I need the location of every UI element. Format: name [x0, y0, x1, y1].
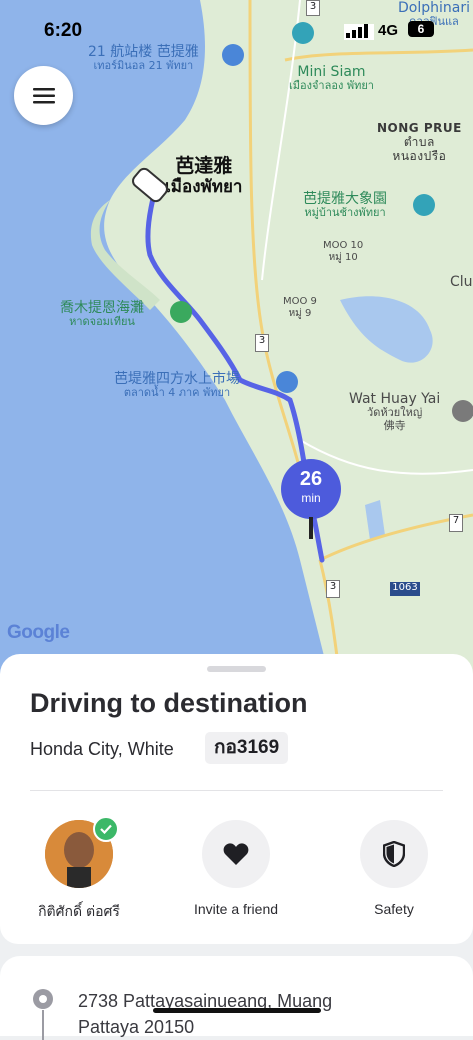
clu-label: Clu: [450, 274, 473, 290]
hamburger-icon: [32, 87, 55, 103]
driver-profile-button[interactable]: กิติศักดิ์ ต่อศรี: [9, 816, 149, 923]
divider: [30, 790, 443, 791]
driver-name: กิติศักดิ์ ต่อศรี: [38, 903, 120, 919]
trip-status-title: Driving to destination: [30, 688, 308, 718]
wat-huay-yai-label: Wat Huay Yai วัดห้วยใหญ่ 佛寺: [349, 391, 441, 432]
eta-unit: min: [301, 491, 321, 505]
road-shield: 3: [326, 580, 340, 598]
location-pin-icon: [33, 989, 53, 1009]
verified-badge-icon: [93, 816, 119, 842]
license-plate: กอ3169: [205, 732, 289, 764]
safety-label: Safety: [374, 901, 414, 917]
eta-value: 26: [299, 468, 323, 490]
temple-marker-icon[interactable]: [452, 400, 473, 422]
pattaya-city-label: 芭達雅 เมืองพัทยา: [165, 155, 243, 197]
battery-icon: 6: [408, 21, 434, 37]
shield-icon: [383, 841, 405, 867]
road-shield: 7: [449, 514, 463, 532]
destination-card[interactable]: 2738 Pattayasainueang, Muang Pattaya 201…: [0, 956, 473, 1040]
road-shield: 3: [255, 334, 269, 352]
car-description: Honda City, White: [30, 739, 174, 759]
camera-marker-icon[interactable]: [413, 194, 435, 216]
minisiam-label: Mini Siam เมืองจำลอง พัทยา: [289, 64, 374, 93]
elephant-village-label: 芭提雅大象園 หมู่บ้านช้างพัทยา: [303, 191, 387, 220]
status-time: 6:20: [44, 20, 83, 41]
invite-circle[interactable]: [202, 820, 270, 888]
network-type: 4G: [378, 22, 399, 39]
trip-sheet[interactable]: Driving to destination Honda City, White…: [0, 654, 473, 944]
destination-marker: [309, 517, 313, 539]
destination-address-line2: Pattaya 20150: [78, 1017, 195, 1037]
nongprue-label: NONG PRUE ตำบล หนองปรือ: [377, 121, 462, 163]
heart-icon: [223, 843, 249, 865]
signal-icon: [346, 24, 368, 38]
route-line: [42, 1010, 44, 1040]
floating-market-label: 芭堤雅四方水上市場 ตลาดน้ำ 4 ภาค พัทยา: [114, 371, 240, 400]
moo9-label: MOO 9 หมู่ 9: [283, 296, 317, 319]
moo10-label: MOO 10 หมู่ 10: [323, 240, 364, 263]
invite-friend-button[interactable]: Invite a friend: [166, 820, 306, 917]
menu-button[interactable]: [14, 66, 73, 125]
safety-button[interactable]: Safety: [324, 820, 464, 917]
park-marker-icon[interactable]: [170, 301, 192, 323]
google-logo: Google: [7, 622, 70, 643]
safety-circle[interactable]: [360, 820, 428, 888]
home-indicator[interactable]: [153, 1008, 321, 1013]
road-shield: 1063: [390, 582, 420, 596]
jomtien-beach-label: 喬木提恩海灘 หาดจอมเทียน: [60, 300, 144, 329]
eta-bubble: 26 min: [281, 459, 341, 519]
invite-label: Invite a friend: [193, 901, 279, 917]
status-bar: 6:20 4G 6: [0, 0, 473, 56]
sheet-handle[interactable]: [207, 666, 266, 672]
cart-marker-icon[interactable]: [276, 371, 298, 393]
